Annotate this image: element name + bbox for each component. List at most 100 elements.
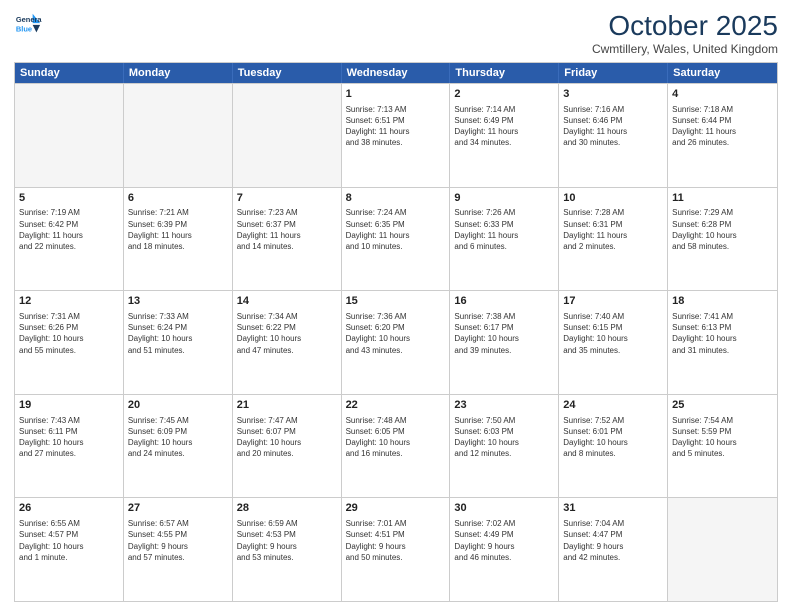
day-info: Sunrise: 7:36 AM Sunset: 6:20 PM Dayligh… (346, 311, 446, 356)
calendar-day-14: 14 Sunrise: 7:34 AM Sunset: 6:22 PM Dayli… (233, 291, 342, 394)
calendar-header: SundayMondayTuesdayWednesdayThursdayFrid… (15, 63, 777, 83)
day-of-week-saturday: Saturday (668, 63, 777, 83)
day-info: Sunrise: 7:54 AM Sunset: 5:59 PM Dayligh… (672, 415, 773, 460)
day-info: Sunrise: 6:59 AM Sunset: 4:53 PM Dayligh… (237, 518, 337, 563)
day-number: 4 (672, 87, 773, 102)
logo-icon: General Blue (14, 10, 42, 38)
day-info: Sunrise: 7:18 AM Sunset: 6:44 PM Dayligh… (672, 104, 773, 149)
day-number: 20 (128, 398, 228, 413)
calendar-day-22: 22Sunrise: 7:48 AM Sunset: 6:05 PM Dayli… (342, 395, 451, 498)
calendar-day-26: 26 Sunrise: 6:55 AM Sunset: 4:57 PM Dayli… (15, 498, 124, 601)
day-number: 8 (346, 191, 446, 206)
day-info: Sunrise: 7:24 AM Sunset: 6:35 PM Dayligh… (346, 207, 446, 252)
day-number: 10 (563, 191, 663, 206)
calendar-day-21: 21 Sunrise: 7:47 AM Sunset: 6:07 PM Dayli… (233, 395, 342, 498)
day-number: 18 (672, 294, 773, 309)
day-info: Sunrise: 7:28 AM Sunset: 6:31 PM Dayligh… (563, 207, 663, 252)
day-number: 26 (19, 501, 119, 516)
day-info: Sunrise: 7:21 AM Sunset: 6:39 PM Dayligh… (128, 207, 228, 252)
calendar-day-19: 19 Sunrise: 7:43 AM Sunset: 6:11 PM Dayli… (15, 395, 124, 498)
day-info: Sunrise: 7:26 AM Sunset: 6:33 PM Dayligh… (454, 207, 554, 252)
calendar-day-3: 3Sunrise: 7:16 AM Sunset: 6:46 PM Daylig… (559, 84, 668, 187)
day-info: Sunrise: 7:43 AM Sunset: 6:11 PM Dayligh… (19, 415, 119, 460)
calendar-day-17: 17 Sunrise: 7:40 AM Sunset: 6:15 PM Dayli… (559, 291, 668, 394)
day-info: Sunrise: 7:41 AM Sunset: 6:13 PM Dayligh… (672, 311, 773, 356)
calendar-day-27: 27 Sunrise: 6:57 AM Sunset: 4:55 PM Dayli… (124, 498, 233, 601)
day-info: Sunrise: 7:38 AM Sunset: 6:17 PM Dayligh… (454, 311, 554, 356)
day-of-week-wednesday: Wednesday (342, 63, 451, 83)
month-title: October 2025 (592, 10, 778, 42)
calendar-day-5: 5Sunrise: 7:19 AM Sunset: 6:42 PM Daylig… (15, 188, 124, 291)
day-info: Sunrise: 7:02 AM Sunset: 4:49 PM Dayligh… (454, 518, 554, 563)
location-subtitle: Cwmtillery, Wales, United Kingdom (592, 42, 778, 56)
day-number: 6 (128, 191, 228, 206)
calendar-day-31: 31Sunrise: 7:04 AM Sunset: 4:47 PM Dayli… (559, 498, 668, 601)
day-info: Sunrise: 6:55 AM Sunset: 4:57 PM Dayligh… (19, 518, 119, 563)
day-info: Sunrise: 7:52 AM Sunset: 6:01 PM Dayligh… (563, 415, 663, 460)
day-number: 21 (237, 398, 337, 413)
day-number: 27 (128, 501, 228, 516)
calendar-week-3: 12 Sunrise: 7:31 AM Sunset: 6:26 PM Dayli… (15, 290, 777, 394)
calendar: SundayMondayTuesdayWednesdayThursdayFrid… (14, 62, 778, 602)
day-of-week-sunday: Sunday (15, 63, 124, 83)
day-info: Sunrise: 7:13 AM Sunset: 6:51 PM Dayligh… (346, 104, 446, 149)
calendar-day-24: 24 Sunrise: 7:52 AM Sunset: 6:01 PM Dayli… (559, 395, 668, 498)
day-number: 24 (563, 398, 663, 413)
day-info: Sunrise: 7:19 AM Sunset: 6:42 PM Dayligh… (19, 207, 119, 252)
calendar-week-2: 5Sunrise: 7:19 AM Sunset: 6:42 PM Daylig… (15, 187, 777, 291)
calendar-day-2: 2 Sunrise: 7:14 AM Sunset: 6:49 PM Daylig… (450, 84, 559, 187)
calendar-day-4: 4 Sunrise: 7:18 AM Sunset: 6:44 PM Daylig… (668, 84, 777, 187)
calendar-body: 1 Sunrise: 7:13 AM Sunset: 6:51 PM Daylig… (15, 83, 777, 601)
day-number: 14 (237, 294, 337, 309)
day-number: 11 (672, 191, 773, 206)
calendar-day-29: 29Sunrise: 7:01 AM Sunset: 4:51 PM Dayli… (342, 498, 451, 601)
calendar-day-9: 9Sunrise: 7:26 AM Sunset: 6:33 PM Daylig… (450, 188, 559, 291)
day-info: Sunrise: 7:34 AM Sunset: 6:22 PM Dayligh… (237, 311, 337, 356)
calendar-day-6: 6Sunrise: 7:21 AM Sunset: 6:39 PM Daylig… (124, 188, 233, 291)
day-number: 7 (237, 191, 337, 206)
day-number: 19 (19, 398, 119, 413)
day-info: Sunrise: 6:57 AM Sunset: 4:55 PM Dayligh… (128, 518, 228, 563)
calendar-day-16: 16 Sunrise: 7:38 AM Sunset: 6:17 PM Dayli… (450, 291, 559, 394)
day-number: 16 (454, 294, 554, 309)
day-number: 5 (19, 191, 119, 206)
day-info: Sunrise: 7:47 AM Sunset: 6:07 PM Dayligh… (237, 415, 337, 460)
day-of-week-monday: Monday (124, 63, 233, 83)
day-number: 12 (19, 294, 119, 309)
day-info: Sunrise: 7:40 AM Sunset: 6:15 PM Dayligh… (563, 311, 663, 356)
calendar-empty-cell (124, 84, 233, 187)
day-info: Sunrise: 7:23 AM Sunset: 6:37 PM Dayligh… (237, 207, 337, 252)
day-of-week-friday: Friday (559, 63, 668, 83)
day-info: Sunrise: 7:14 AM Sunset: 6:49 PM Dayligh… (454, 104, 554, 149)
day-number: 15 (346, 294, 446, 309)
day-number: 2 (454, 87, 554, 102)
day-info: Sunrise: 7:31 AM Sunset: 6:26 PM Dayligh… (19, 311, 119, 356)
calendar-day-23: 23Sunrise: 7:50 AM Sunset: 6:03 PM Dayli… (450, 395, 559, 498)
calendar-day-12: 12 Sunrise: 7:31 AM Sunset: 6:26 PM Dayli… (15, 291, 124, 394)
svg-text:Blue: Blue (16, 24, 32, 33)
calendar-page: General Blue October 2025 Cwmtillery, Wa… (0, 0, 792, 612)
day-number: 25 (672, 398, 773, 413)
calendar-empty-cell (15, 84, 124, 187)
page-header: General Blue October 2025 Cwmtillery, Wa… (14, 10, 778, 56)
day-info: Sunrise: 7:48 AM Sunset: 6:05 PM Dayligh… (346, 415, 446, 460)
day-number: 17 (563, 294, 663, 309)
calendar-day-11: 11Sunrise: 7:29 AM Sunset: 6:28 PM Dayli… (668, 188, 777, 291)
calendar-day-30: 30 Sunrise: 7:02 AM Sunset: 4:49 PM Dayli… (450, 498, 559, 601)
calendar-day-20: 20Sunrise: 7:45 AM Sunset: 6:09 PM Dayli… (124, 395, 233, 498)
calendar-day-1: 1 Sunrise: 7:13 AM Sunset: 6:51 PM Daylig… (342, 84, 451, 187)
day-number: 29 (346, 501, 446, 516)
calendar-day-28: 28Sunrise: 6:59 AM Sunset: 4:53 PM Dayli… (233, 498, 342, 601)
day-number: 1 (346, 87, 446, 102)
calendar-day-13: 13Sunrise: 7:33 AM Sunset: 6:24 PM Dayli… (124, 291, 233, 394)
day-number: 13 (128, 294, 228, 309)
calendar-day-15: 15 Sunrise: 7:36 AM Sunset: 6:20 PM Dayli… (342, 291, 451, 394)
calendar-week-4: 19 Sunrise: 7:43 AM Sunset: 6:11 PM Dayli… (15, 394, 777, 498)
day-number: 30 (454, 501, 554, 516)
logo: General Blue (14, 10, 42, 38)
day-number: 23 (454, 398, 554, 413)
day-number: 9 (454, 191, 554, 206)
svg-text:General: General (16, 15, 42, 24)
calendar-day-25: 25 Sunrise: 7:54 AM Sunset: 5:59 PM Dayli… (668, 395, 777, 498)
day-info: Sunrise: 7:04 AM Sunset: 4:47 PM Dayligh… (563, 518, 663, 563)
